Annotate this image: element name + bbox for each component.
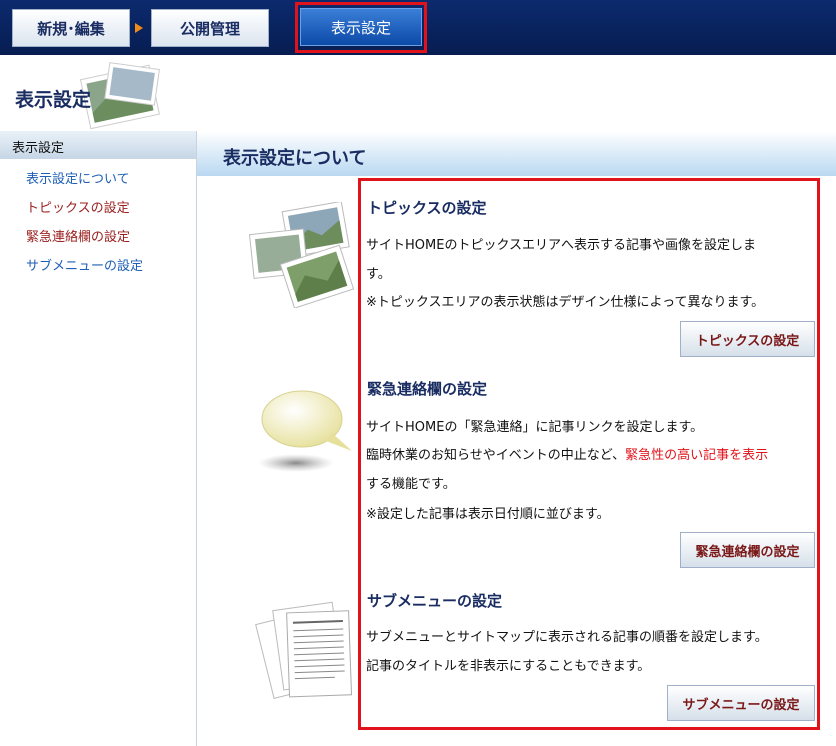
sidebar-item-topics[interactable]: トピックスの設定 [26, 194, 196, 223]
sidebar-item-submenu[interactable]: サブメニューの設定 [26, 252, 196, 281]
arrow-right-icon [135, 23, 143, 33]
section-text-emergency-4: ※設定した記事は表示日付順に並びます。 [366, 507, 610, 522]
sidebar-heading: 表示設定 [0, 131, 196, 159]
section-text-emergency-2a: 臨時休業のお知らせやイベントの中止など、 [366, 448, 626, 463]
tab-display-settings[interactable]: 表示設定 [300, 8, 422, 46]
section-title-submenu: サブメニューの設定 [367, 592, 503, 610]
section-title-topics: トピックスの設定 [367, 199, 487, 217]
section-text-emergency-1: サイトHOMEの「緊急連絡」に記事リンクを設定します。 [366, 420, 704, 435]
topics-settings-button[interactable]: トピックスの設定 [680, 321, 815, 357]
tab-new-edit[interactable]: 新規･編集 [12, 9, 130, 47]
top-navigation: 新規･編集 公開管理 表示設定 [0, 0, 836, 55]
section-text-emergency-2: 臨時休業のお知らせやイベントの中止など、緊急性の高い記事を表示 [366, 441, 768, 470]
emphasis-text: 緊急性の高い記事を表示 [625, 448, 769, 463]
photos-icon [248, 202, 355, 308]
section-text-topics-1: サイトHOMEのトピックスエリアへ表示する記事や画像を設定しま [366, 238, 757, 253]
section-text-topics-2: す。 [366, 267, 391, 282]
documents-icon [255, 601, 353, 699]
section-text-topics-3: ※トピックスエリアの表示状態はデザイン仕様によって異なります。 [366, 295, 765, 310]
tab-publish-management[interactable]: 公開管理 [151, 9, 269, 47]
emergency-settings-button[interactable]: 緊急連絡欄の設定 [680, 532, 815, 568]
section-title-emergency: 緊急連絡欄の設定 [367, 380, 488, 398]
sidebar-item-about[interactable]: 表示設定について [26, 165, 196, 194]
sidebar-item-emergency[interactable]: 緊急連絡欄の設定 [26, 223, 196, 252]
section-text-emergency-3: する機能です。 [366, 477, 456, 492]
main-title: 表示設定について [223, 148, 367, 169]
section-text-submenu-2: 記事のタイトルを非表示にすることもできます。 [366, 659, 651, 674]
speech-bubble-icon [258, 390, 352, 472]
main-heading-bar: 表示設定について [197, 131, 836, 176]
page-title: 表示設定 [15, 89, 92, 111]
sidebar: 表示設定 表示設定について トピックスの設定 緊急連絡欄の設定 サブメニューの設… [0, 131, 197, 746]
section-text-submenu-1: サブメニューとサイトマップに表示される記事の順番を設定します。 [366, 630, 768, 645]
submenu-settings-button[interactable]: サブメニューの設定 [667, 685, 815, 721]
